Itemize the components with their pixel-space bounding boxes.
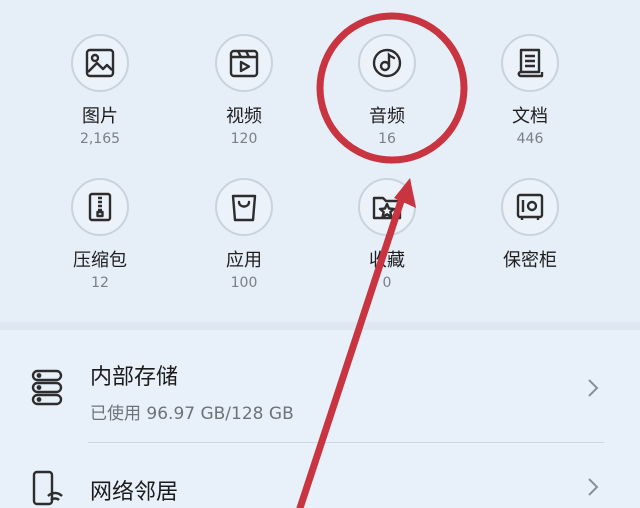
category-count: 2,165 [79, 131, 121, 147]
section-divider [0, 322, 640, 330]
app-bag-icon [215, 178, 273, 236]
document-icon [501, 34, 559, 92]
category-count: 120 [230, 131, 258, 147]
category-label: 保密柜 [503, 250, 557, 271]
network-neighborhood-row[interactable]: 网络邻居 [0, 452, 640, 508]
category-count: 16 [378, 131, 396, 147]
network-neighborhood-title: 网络邻居 [90, 480, 179, 505]
category-count: 12 [91, 275, 109, 291]
internal-storage-title: 内部存储 [90, 365, 179, 390]
category-label: 音频 [369, 106, 405, 127]
category-label: 压缩包 [73, 250, 127, 271]
internal-storage-usage: 已使用 96.97 GB/128 GB [90, 404, 294, 424]
category-count: 100 [230, 275, 258, 291]
list-separator [88, 442, 604, 443]
category-images[interactable]: 图片 2,165 [40, 34, 160, 148]
category-grid: 图片 2,165 视频 120 音频 16 文档 446 压缩包 12 应用 1… [0, 0, 640, 322]
category-label: 视频 [226, 106, 262, 127]
category-safe[interactable]: 保密柜 [470, 178, 590, 274]
category-documents[interactable]: 文档 446 [470, 34, 590, 148]
category-audio[interactable]: 音频 16 [327, 34, 447, 148]
zip-icon [71, 178, 129, 236]
category-count: 446 [516, 131, 544, 147]
category-label: 图片 [82, 106, 118, 127]
category-count: 0 [382, 275, 392, 291]
category-archives[interactable]: 压缩包 12 [40, 178, 160, 292]
safe-icon [501, 178, 559, 236]
category-label: 文档 [512, 106, 548, 127]
image-icon [71, 34, 129, 92]
category-videos[interactable]: 视频 120 [184, 34, 304, 148]
category-favorites[interactable]: 收藏 0 [327, 178, 447, 292]
chevron-right-icon [588, 379, 599, 397]
video-icon [215, 34, 273, 92]
internal-storage-row[interactable]: 内部存储 已使用 96.97 GB/128 GB [0, 345, 640, 441]
audio-icon [358, 34, 416, 92]
favorites-folder-icon [358, 178, 416, 236]
category-label: 应用 [226, 250, 262, 271]
chevron-right-icon [588, 478, 599, 496]
category-label: 收藏 [369, 250, 405, 271]
category-apps[interactable]: 应用 100 [184, 178, 304, 292]
storage-icon [31, 369, 63, 406]
phone-wifi-icon [32, 470, 63, 506]
